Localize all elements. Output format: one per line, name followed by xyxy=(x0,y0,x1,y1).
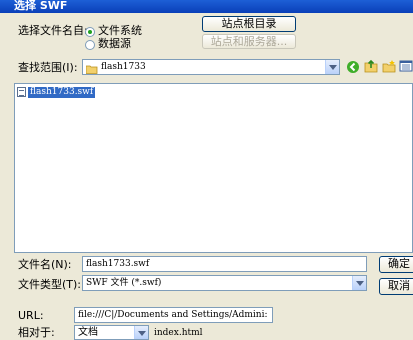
lookin-combo[interactable]: flash1733 xyxy=(82,59,340,75)
relative-combo[interactable]: 文档 xyxy=(74,325,149,340)
site-root-button[interactable]: 站点根目录 xyxy=(202,16,296,32)
radio-file-system[interactable] xyxy=(85,27,95,37)
filetype-value: SWF 文件 (*.swf) xyxy=(86,278,162,288)
relative-value: 文档 xyxy=(78,327,98,338)
relative-label: 相对于: xyxy=(18,326,55,339)
new-folder-icon[interactable] xyxy=(382,59,396,73)
select-swf-dialog: 选择 SWF 选择文件名自: 文件系统 数据源 站点根目录 站点和服务器... … xyxy=(0,0,413,340)
chevron-down-icon[interactable] xyxy=(325,60,339,74)
ok-button[interactable]: 确定 xyxy=(379,256,413,273)
select-source-label: 选择文件名自: xyxy=(18,24,88,37)
list-item[interactable]: flash1733.swf xyxy=(17,86,96,98)
dialog-body: 选择文件名自: 文件系统 数据源 站点根目录 站点和服务器... 查找范围(I)… xyxy=(0,13,413,340)
lookin-value: flash1733 xyxy=(101,62,146,72)
cancel-button[interactable]: 取消 xyxy=(379,278,413,295)
up-folder-icon[interactable] xyxy=(364,59,378,73)
relative-doc-name: index.html xyxy=(154,328,203,338)
lookin-label: 查找范围(I): xyxy=(18,61,78,74)
url-label: URL: xyxy=(18,309,44,322)
radio-data-source[interactable] xyxy=(85,40,95,50)
url-value: file:///C|/Documents and Settings/Admini… xyxy=(78,310,268,320)
view-menu-icon[interactable] xyxy=(399,59,413,73)
chevron-down-icon[interactable] xyxy=(134,326,148,339)
filetype-label: 文件类型(T): xyxy=(18,278,82,291)
file-list[interactable]: flash1733.swf xyxy=(14,83,413,253)
file-name: flash1733.swf xyxy=(28,86,96,98)
radio-data-source-label: 数据源 xyxy=(98,37,131,50)
filename-input[interactable]: flash1733.swf xyxy=(82,256,367,272)
url-input[interactable]: file:///C|/Documents and Settings/Admini… xyxy=(74,307,273,323)
filename-value: flash1733.swf xyxy=(86,259,150,269)
back-icon[interactable] xyxy=(346,60,360,74)
site-server-button[interactable]: 站点和服务器... xyxy=(202,34,296,49)
chevron-down-icon[interactable] xyxy=(352,276,366,290)
folder-icon xyxy=(85,63,98,74)
filename-label: 文件名(N): xyxy=(18,258,72,271)
title-bar[interactable]: 选择 SWF xyxy=(0,0,413,13)
filetype-combo[interactable]: SWF 文件 (*.swf) xyxy=(82,275,367,291)
radio-file-system-label: 文件系统 xyxy=(98,24,142,37)
swf-file-icon xyxy=(17,87,26,97)
dialog-title: 选择 SWF xyxy=(14,0,68,12)
